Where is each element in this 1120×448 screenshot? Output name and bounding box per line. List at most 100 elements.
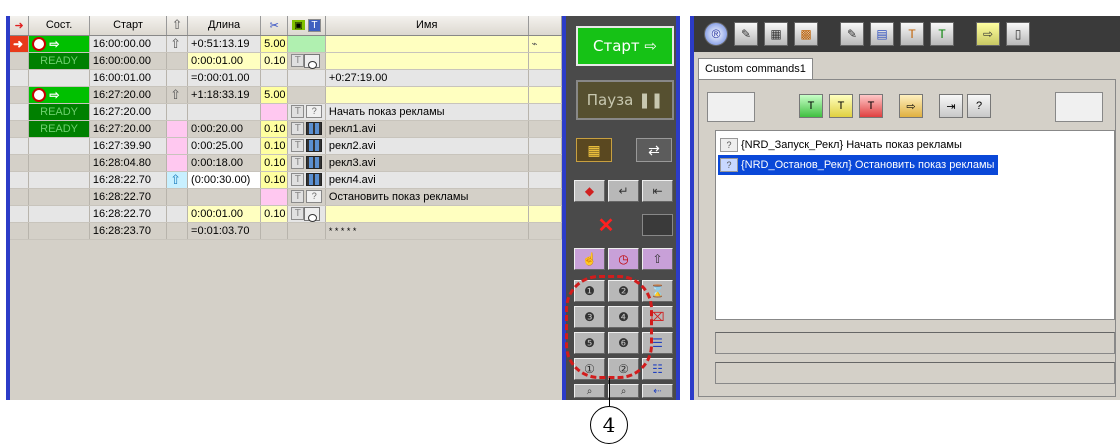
pause-button[interactable]: Пауза ❚❚ [576, 80, 674, 120]
green-command-button[interactable]: T [799, 94, 823, 118]
table-row[interactable]: READY 16:27:20.00 T? Начать показ реклам… [10, 103, 562, 121]
registered-icon: ® [711, 27, 721, 41]
table-row[interactable]: ➜ ⇨ 16:00:00.00 ⇧ +0:51:13.19 5.00 ⌁ [10, 35, 562, 53]
row-extra [528, 188, 562, 206]
header-length[interactable]: Длина [187, 16, 262, 36]
row-name [325, 35, 529, 53]
row-length: 0:00:25.00 [187, 137, 262, 155]
apply-button[interactable]: ⇥ [939, 94, 963, 118]
row-state [28, 69, 90, 87]
header-name[interactable]: Имя [325, 16, 529, 36]
red-command-button[interactable]: T [859, 94, 883, 118]
command-field-1[interactable] [715, 332, 1115, 354]
left-preview-box[interactable] [707, 92, 755, 122]
command-icon: ? [720, 158, 738, 172]
header-flags-icons[interactable]: ▣ T [287, 16, 326, 36]
search-2-button[interactable]: ⌕ [608, 384, 639, 398]
hand-button[interactable]: ☝ [574, 248, 605, 270]
table-row[interactable]: 16:28:04.80 0:00:18.00 0.10 T рекл3.avi [10, 154, 562, 172]
table-row[interactable]: 16:28:22.70 T? Остановить показ рекламы [10, 188, 562, 206]
row-flags [287, 222, 326, 240]
clock-icon: ◷ [618, 252, 629, 266]
export-button[interactable]: ⇨ [976, 22, 1000, 46]
row-rate [260, 188, 289, 206]
clock-icon [32, 36, 47, 51]
row-flags: T [287, 120, 326, 138]
grid-button[interactable]: ▩ [794, 22, 818, 46]
header-scissors-icon[interactable]: ✂ [260, 16, 289, 36]
table-row[interactable]: ⇨ 16:27:20.00 ⇧ +1:18:33.19 5.00 [10, 86, 562, 104]
text-flag-icon: T [291, 54, 305, 67]
table-button[interactable]: ▤ [870, 22, 894, 46]
header-play-icon[interactable]: ➜ [10, 16, 30, 36]
row-state-icons: ⇨ [28, 35, 90, 53]
row-length: (0:00:30.00) [187, 171, 262, 189]
text-2-button[interactable]: T [930, 22, 954, 46]
skip-back-button[interactable]: ⇤ [642, 180, 673, 202]
table-row[interactable]: 16:27:39.90 0:00:25.00 0.10 T рекл2.avi [10, 137, 562, 155]
header-start[interactable]: Старт [89, 16, 168, 36]
command-field-2[interactable] [715, 362, 1115, 384]
right-preview-box[interactable] [1055, 92, 1103, 122]
row-extra [528, 137, 562, 155]
row-marker [10, 69, 30, 87]
text-flag-icon: T [291, 190, 305, 203]
edit-button[interactable]: ✎ [734, 22, 758, 46]
tab-custom-commands[interactable]: Custom commands1 [698, 58, 813, 80]
insert-button[interactable]: ⇠ [642, 384, 673, 398]
table-row[interactable]: 16:28:22.70 0:00:01.00 0.10 T [10, 205, 562, 223]
film-strip-button[interactable]: ▦ [576, 138, 612, 162]
pencil-icon: ✎ [846, 27, 858, 41]
import-button[interactable]: ⇨ [899, 94, 923, 118]
command-icon: ? [306, 190, 323, 203]
row-length: +0:51:13.19 [187, 35, 262, 53]
search-button[interactable]: ⌕ [574, 384, 605, 398]
header-up-icon[interactable]: ⇧ [166, 16, 189, 36]
row-name: * * * * * [325, 222, 529, 240]
row-up [166, 52, 189, 70]
jump-back-button[interactable]: ◆ [574, 180, 605, 202]
list-item-selected[interactable]: ? {NRD_Останов_Рекл} Остановить показ ре… [718, 155, 999, 175]
registered-button[interactable]: ® [704, 22, 728, 46]
right-toolbar: ® ✎ ▦ ▩ ✎ ▤ T T ⇨ ▯ [694, 16, 1120, 52]
film-button[interactable]: ▦ [764, 22, 788, 46]
row-flags: T [287, 52, 326, 70]
custom-commands-list[interactable]: ? {NRD_Запуск_Рекл} Начать показ рекламы… [715, 130, 1115, 320]
yellow-command-button[interactable]: T [829, 94, 853, 118]
app-window: ➜ Сост. Старт ⇧ Длина ✂ ▣ T Имя ➜ ⇨ 16:0… [0, 0, 1120, 448]
empty-button[interactable] [642, 214, 673, 236]
row-flags [287, 69, 326, 87]
table-row[interactable]: 16:00:01.00 =0:00:01.00 +0:27:19.00 [10, 69, 562, 87]
play-marker-icon: ➜ [10, 35, 30, 53]
edit-2-button[interactable]: ✎ [840, 22, 864, 46]
row-up [166, 154, 189, 172]
up-button[interactable]: ⇧ [642, 248, 673, 270]
row-marker [10, 52, 30, 70]
row-extra [528, 86, 562, 104]
delete-button[interactable]: ✕ [574, 214, 638, 237]
film-icon: ▦ [587, 141, 601, 158]
row-state [28, 137, 90, 155]
list-item[interactable]: ? {NRD_Запуск_Рекл} Начать показ рекламы [718, 135, 962, 155]
document-button[interactable]: ▯ [1006, 22, 1030, 46]
table-row[interactable]: READY 16:00:00.00 0:00:01.00 0.10 T [10, 52, 562, 70]
search-icon: ⌕ [620, 385, 627, 397]
row-state [28, 154, 90, 172]
table-row[interactable]: 16:28:22.70 ⇧ (0:00:30.00) 0.10 T рекл4.… [10, 171, 562, 189]
swap-button[interactable]: ⇄ [636, 138, 672, 162]
row-extra [528, 154, 562, 172]
start-button[interactable]: Старт ⇨ [576, 26, 674, 66]
film-icon [306, 122, 323, 135]
text-button[interactable]: T [900, 22, 924, 46]
clock-button[interactable]: ◷ [608, 248, 639, 270]
table-row[interactable]: 16:28:23.70 =0:01:03.70 * * * * * [10, 222, 562, 240]
film-icon: ▦ [770, 27, 782, 41]
command-help-button[interactable]: ? [967, 94, 991, 118]
row-name: рекл1.avi [325, 120, 529, 138]
return-button[interactable]: ↵ [608, 180, 639, 202]
return-icon: ↵ [618, 184, 629, 198]
row-marker [10, 171, 30, 189]
header-state[interactable]: Сост. [28, 16, 90, 36]
table-row[interactable]: READY 16:27:20.00 0:00:20.00 0.10 T рекл… [10, 120, 562, 138]
row-rate: 0.10 [260, 137, 289, 155]
